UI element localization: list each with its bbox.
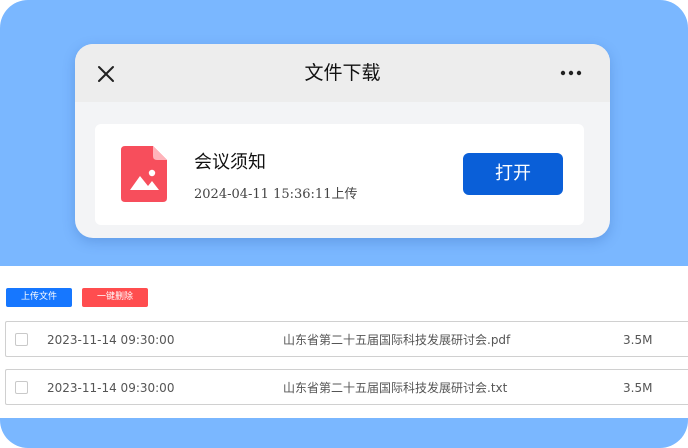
table-row[interactable]: 2023-11-14 09:30:00 山东省第二十五届国际科技发展研讨会.tx… <box>5 369 688 405</box>
table-row[interactable]: 2023-11-14 09:30:00 山东省第二十五届国际科技发展研讨会.pd… <box>5 321 688 357</box>
delete-all-button[interactable]: 一键删除 <box>82 288 148 307</box>
file-size: 3.5M <box>623 381 653 395</box>
file-title: 会议须知 <box>194 152 266 173</box>
open-button[interactable]: 打开 <box>463 153 563 195</box>
file-name: 山东省第二十五届国际科技发展研讨会.pdf <box>283 333 511 347</box>
file-date: 2023-11-14 09:30:00 <box>47 333 175 347</box>
file-name: 山东省第二十五届国际科技发展研讨会.txt <box>283 381 508 395</box>
file-card: 会议须知 2024-04-11 15:36:11上传 打开 <box>95 124 584 225</box>
upload-file-button[interactable]: 上传文件 <box>6 288 72 307</box>
dialog-header: 文件下载 <box>75 44 610 102</box>
file-download-dialog: 文件下载 会议须知 2024-04-11 15:36:11上传 打开 <box>75 44 610 238</box>
file-size: 3.5M <box>623 333 653 347</box>
dialog-title: 文件下载 <box>304 62 381 84</box>
file-date: 2023-11-14 09:30:00 <box>47 381 175 395</box>
row-checkbox[interactable] <box>15 333 28 346</box>
file-list-panel: 上传文件 一键删除 2023-11-14 09:30:00 山东省第二十五届国际… <box>0 266 688 418</box>
image-file-icon <box>121 146 167 202</box>
row-checkbox[interactable] <box>15 381 28 394</box>
upload-time: 2024-04-11 15:36:11上传 <box>194 187 358 202</box>
more-icon[interactable] <box>559 68 583 78</box>
close-icon[interactable] <box>96 64 116 84</box>
canvas: 上传文件 一键删除 2023-11-14 09:30:00 山东省第二十五届国际… <box>0 0 688 448</box>
